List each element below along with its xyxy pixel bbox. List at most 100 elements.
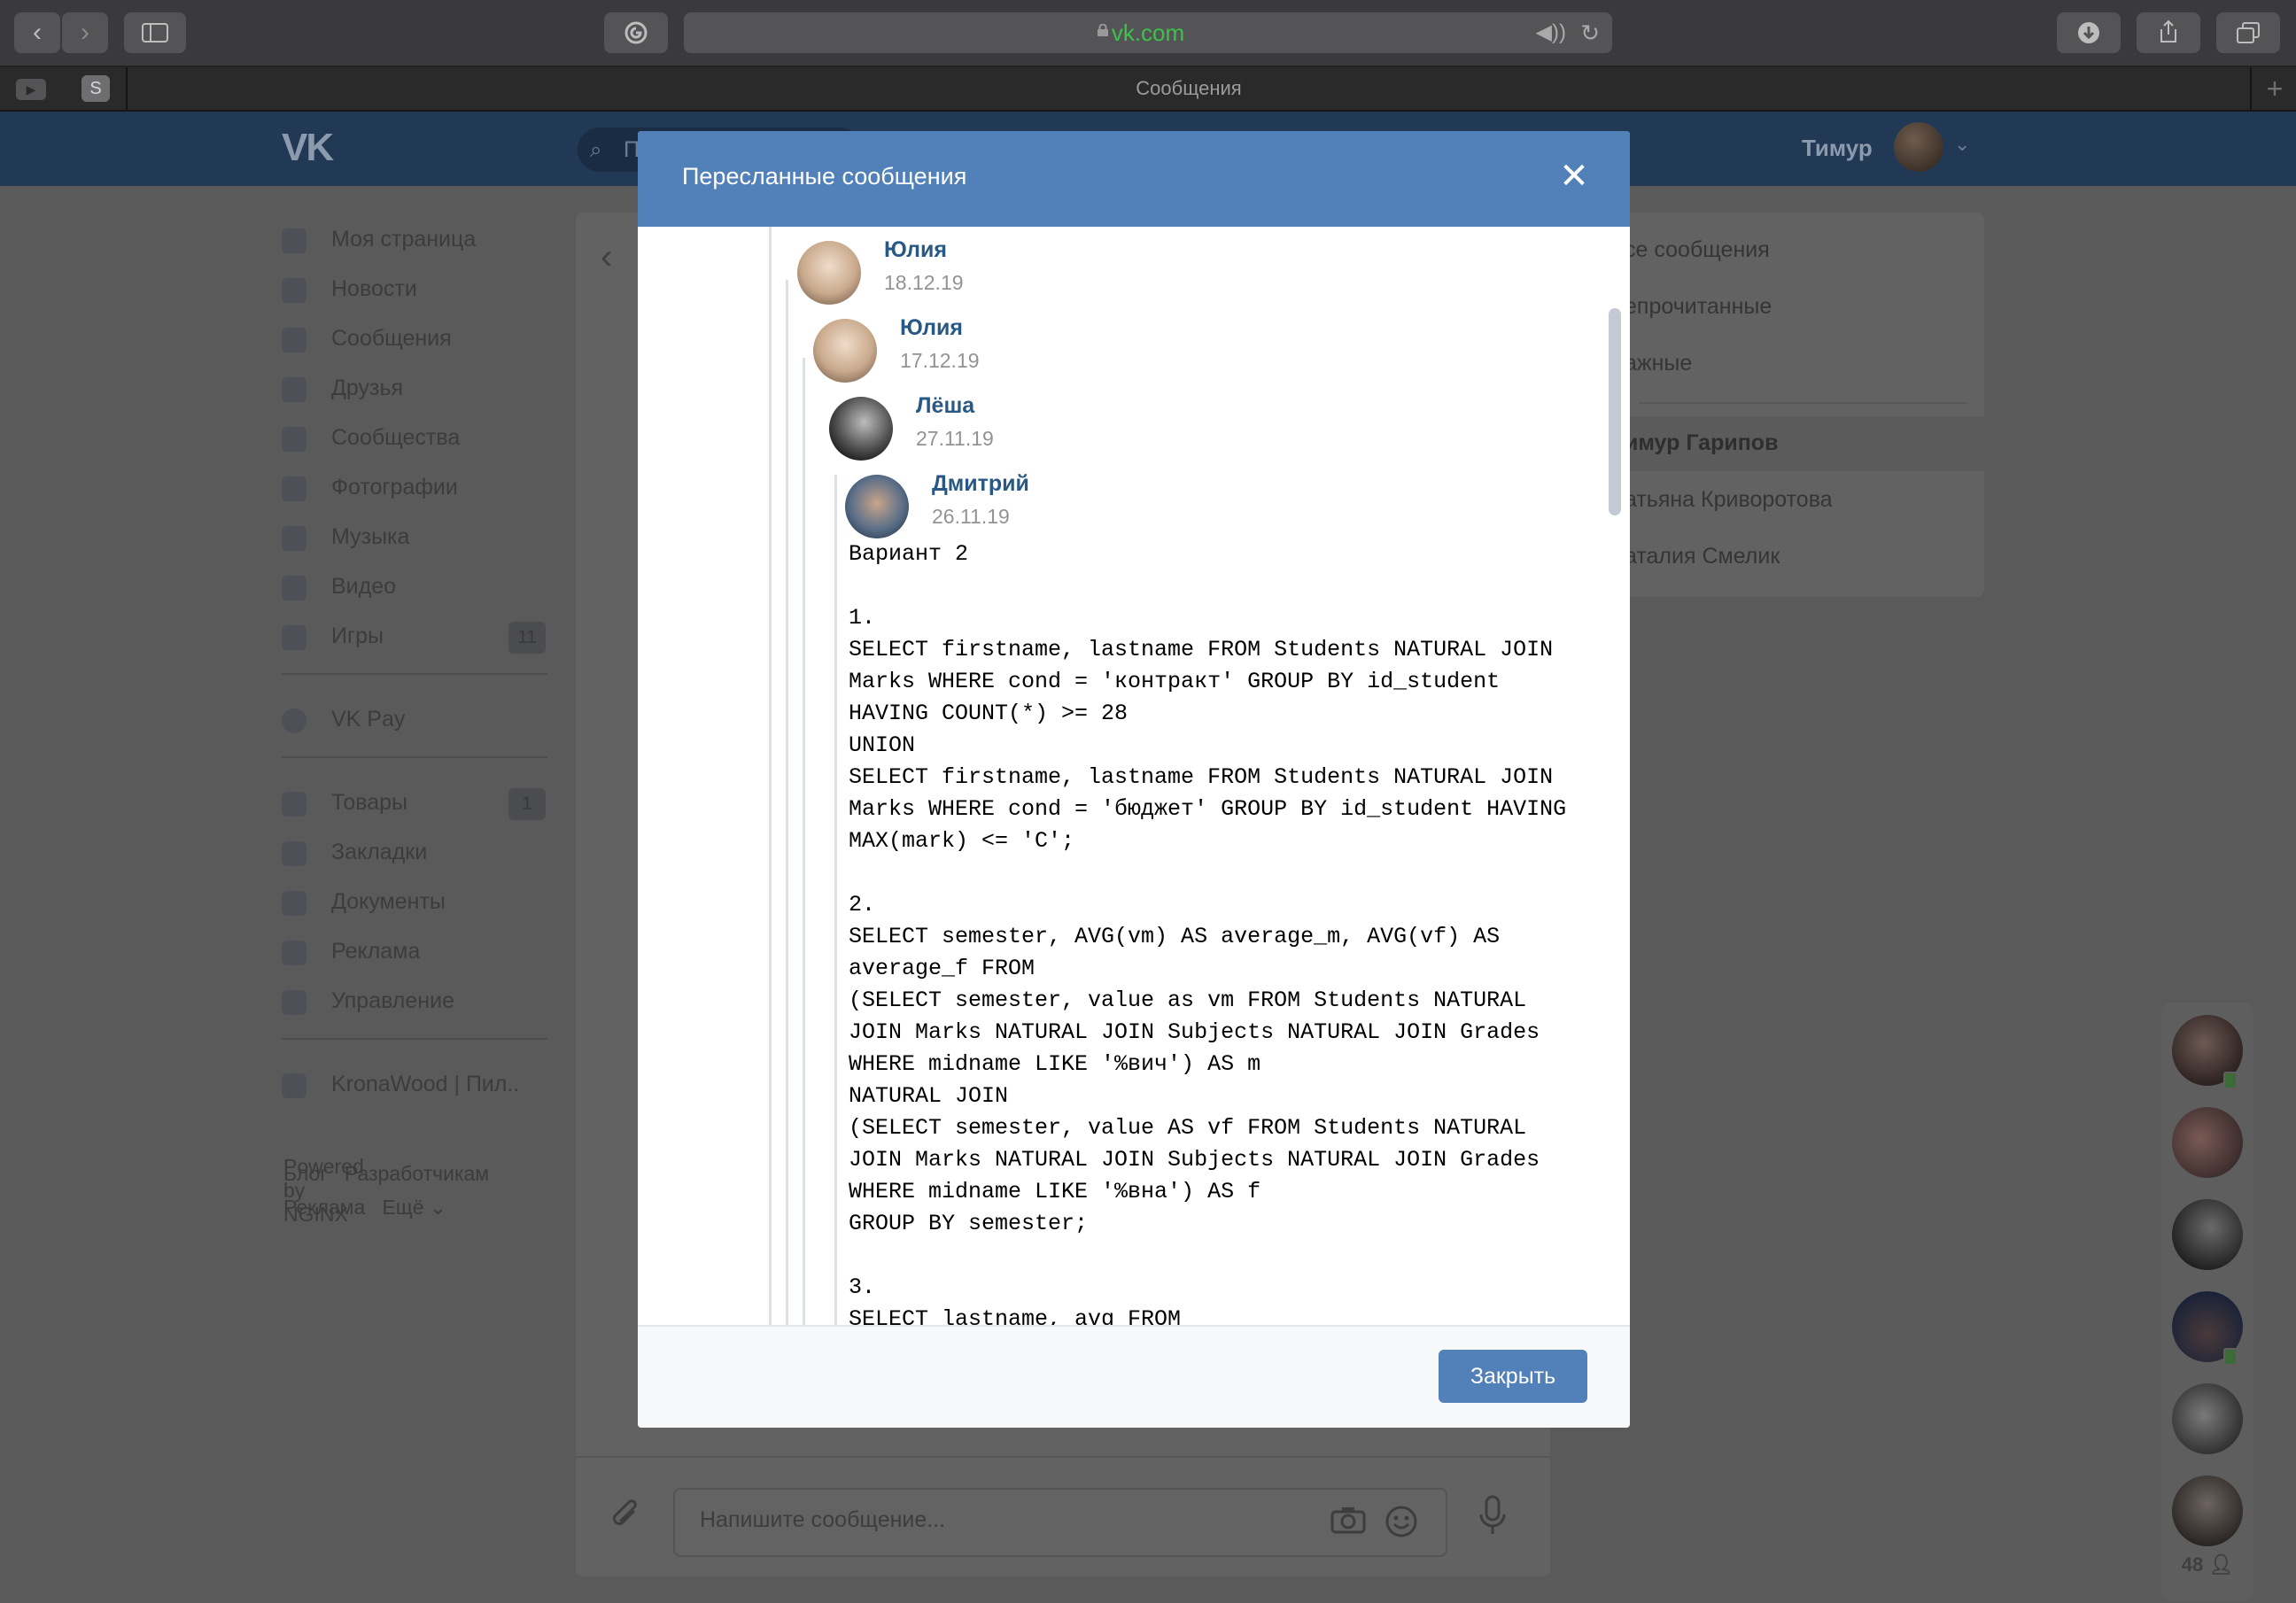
quote-line [834, 475, 837, 1325]
sidebar-item[interactable]: Моя страница [282, 216, 547, 266]
sidebar-item[interactable]: Игры 11 [282, 613, 547, 662]
sidebar-item[interactable]: Видео [282, 563, 547, 613]
microphone-icon[interactable] [1478, 1495, 1508, 1546]
sidebar-item[interactable]: Документы [282, 879, 547, 928]
pinned-tab-youtube[interactable]: ▶ [16, 79, 46, 100]
sidebar-item[interactable]: Управление [282, 978, 547, 1027]
close-icon[interactable]: ✕ [1554, 156, 1594, 197]
sidebar-item-label: Реклама [331, 939, 421, 964]
modal-footer: Закрыть [638, 1325, 1630, 1428]
avatar[interactable] [1894, 122, 1943, 172]
sidebar-item-label: Новости [331, 276, 417, 301]
online-indicator [2223, 1072, 2238, 1089]
gamepad-icon [282, 990, 306, 1015]
footer-link-ads[interactable]: Реклама [283, 1196, 365, 1219]
active-tab-title[interactable]: Сообщения [128, 67, 2250, 110]
avatar[interactable] [829, 397, 893, 461]
sidebar-item[interactable]: KronaWood | Пил.. [282, 1061, 547, 1111]
extension-button[interactable] [604, 12, 668, 53]
group-icon [282, 1073, 306, 1098]
forward-sender-name[interactable]: Юлия [900, 315, 963, 341]
sidebar-item-label: Товары [331, 790, 407, 815]
sidebar-item[interactable]: VK Pay [282, 696, 547, 746]
avatar[interactable] [2172, 1383, 2243, 1454]
sidebar-item[interactable]: Товары 1 [282, 779, 547, 829]
forward-sender-name[interactable]: Лёша [916, 393, 974, 419]
new-tab-button[interactable]: + [2250, 67, 2296, 110]
avatar[interactable] [2172, 1199, 2243, 1270]
megaphone-icon [282, 941, 306, 965]
video-icon [282, 576, 306, 600]
sidebar-item[interactable]: Сообщества [282, 414, 547, 464]
forward-button[interactable]: › [62, 12, 108, 53]
quote-line [803, 358, 805, 1325]
user-name[interactable]: Тимур [1802, 135, 1873, 162]
chevron-down-icon[interactable]: ⌄ [1954, 133, 1970, 156]
avatar[interactable] [813, 319, 877, 383]
close-button[interactable]: Закрыть [1439, 1350, 1587, 1403]
conversation-item[interactable]: имур Гарипов [1625, 430, 1778, 456]
avatar[interactable] [845, 475, 909, 538]
back-button[interactable]: ‹ [14, 12, 60, 53]
sidebar-item[interactable]: Реклама [282, 928, 547, 978]
avatar[interactable] [797, 241, 861, 305]
camera-icon[interactable] [1330, 1506, 1366, 1541]
online-indicator [2223, 1348, 2238, 1366]
filter-item[interactable]: се сообщения [1625, 237, 1770, 263]
conversation-filter-panel: се сообщения епрочитанные ажные имур Гарипо… [1612, 213, 1984, 597]
news-icon [282, 278, 306, 303]
address-bar[interactable]: vk.com ◀)) ↻ [684, 12, 1612, 53]
sidebar-item[interactable]: Сообщения [282, 315, 547, 365]
pinned-tab[interactable]: S [81, 75, 110, 102]
speaker-icon[interactable]: ◀)) [1536, 12, 1566, 53]
star-icon [282, 841, 306, 866]
modal-body: Юлия 18.12.19 Юлия 17.12.19 Лёша 27.11.1… [638, 227, 1630, 1325]
tabs-overview-button[interactable] [2216, 12, 2280, 53]
friends-icon [282, 377, 306, 402]
quote-line [786, 280, 788, 1325]
sidebar-toggle-button[interactable] [124, 12, 186, 53]
chat-dock: 48 👤︎ [2161, 1003, 2253, 1601]
avatar[interactable] [2172, 1475, 2243, 1546]
sidebar-item-label: VK Pay [331, 707, 406, 732]
forward-sender-name[interactable]: Дмитрий [932, 471, 1029, 497]
sidebar-item[interactable]: Музыка [282, 514, 547, 563]
forwarded-messages-modal: Пересланные сообщения ✕ Юлия 18.12.19 Юл… [638, 131, 1630, 1428]
chevron-left-icon[interactable]: ‹ [601, 237, 612, 277]
sidebar-item[interactable]: Новости [282, 266, 547, 315]
scrollbar-thumb[interactable] [1609, 308, 1621, 515]
vk-logo[interactable]: VK [282, 126, 334, 170]
footer-link-dev[interactable]: Разработчикам [345, 1162, 489, 1185]
chevron-right-icon: › [81, 18, 89, 47]
footer-links: Блог Разработчикам Реклама Ещё ⌄ [283, 1157, 489, 1224]
document-icon [282, 891, 306, 916]
search-icon: ⌕ [590, 138, 602, 162]
divider [282, 756, 547, 758]
message-input[interactable]: Напишите сообщение... [673, 1488, 1447, 1557]
smile-icon[interactable] [1385, 1506, 1417, 1545]
sidebar-item[interactable]: Друзья [282, 365, 547, 414]
sidebar-item[interactable]: Закладки [282, 829, 547, 879]
conversation-item[interactable]: атьяна Криворотова [1625, 487, 1833, 513]
divider [282, 1038, 547, 1040]
online-count[interactable]: 48 👤︎ [2161, 1553, 2253, 1576]
sidebar-item[interactable]: Фотографии [282, 464, 547, 514]
filter-item[interactable]: епрочитанные [1625, 294, 1772, 320]
downloads-button[interactable] [2057, 12, 2121, 53]
modal-title: Пересланные сообщения [682, 163, 967, 190]
footer-link-blog[interactable]: Блог [283, 1162, 328, 1185]
share-button[interactable] [2137, 12, 2200, 53]
camera-icon [282, 476, 306, 501]
reload-icon[interactable]: ↻ [1580, 12, 1600, 53]
footer-link-more[interactable]: Ещё [382, 1196, 423, 1219]
conversation-item[interactable]: аталия Смелик [1625, 544, 1780, 569]
forward-sender-name[interactable]: Юлия [884, 237, 947, 263]
bag-icon [282, 792, 306, 817]
counter-badge: 11 [508, 622, 546, 654]
filter-item[interactable]: ажные [1625, 351, 1692, 376]
paperclip-icon[interactable] [608, 1497, 643, 1545]
avatar[interactable] [2172, 1107, 2243, 1178]
composer-divider [576, 1456, 1550, 1458]
tabs-icon [2237, 22, 2260, 43]
message-input-placeholder: Напишите сообщение... [700, 1507, 946, 1532]
